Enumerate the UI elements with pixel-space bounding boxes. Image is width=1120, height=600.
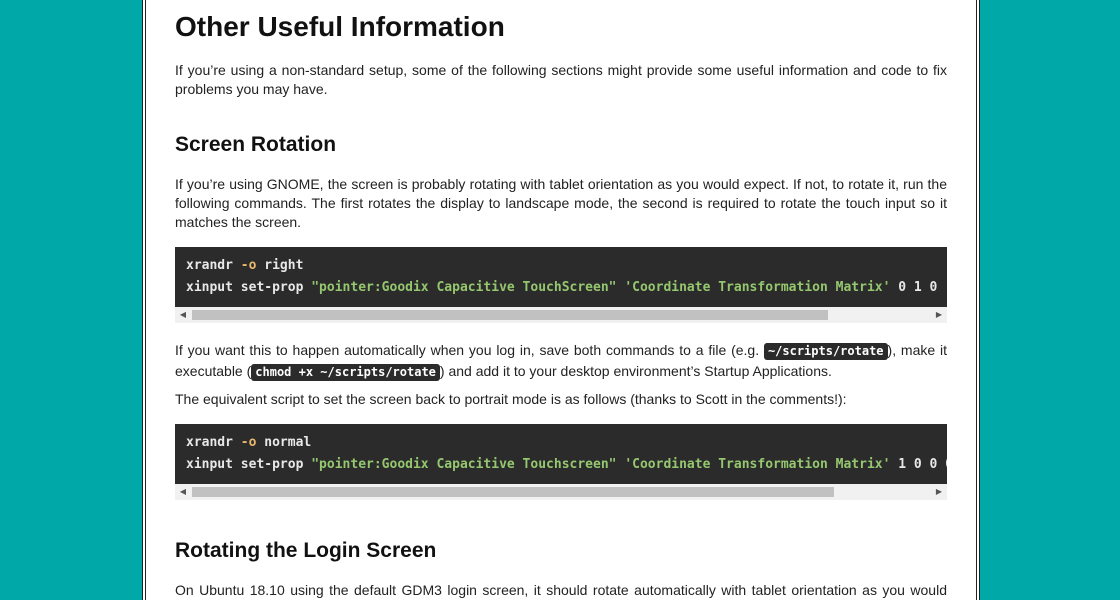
scrollbar-thumb[interactable] (192, 310, 828, 320)
section-heading-screen-rotation: Screen Rotation (175, 133, 337, 156)
page-title: Other Useful Information (175, 11, 505, 42)
code-cmd: xrandr (186, 435, 241, 450)
login-screen-paragraph: On Ubuntu 18.10 using the default GDM3 l… (175, 582, 947, 598)
code-flag: -o (240, 258, 257, 273)
code-cmd: xinput set-prop (186, 457, 312, 472)
intro-paragraph: If you’re using a non-standard setup, so… (175, 62, 947, 97)
code-flag: -o (240, 435, 257, 450)
code-string: 'Coordinate Transformation Matrix' (624, 457, 891, 472)
code-string: "pointer:Goodix Capacitive TouchScreen" (311, 280, 617, 295)
code-block-portrait[interactable]: xrandr -o normal xinput set-prop "pointe… (175, 424, 947, 500)
scroll-left-icon[interactable]: ◀ (175, 307, 191, 323)
autostart-paragraph: If you want this to happen automatically… (175, 340, 947, 382)
horizontal-scrollbar[interactable]: ◀ ▶ (175, 307, 947, 323)
scroll-left-icon[interactable]: ◀ (175, 484, 191, 500)
screen-rotation-paragraph: If you’re using GNOME, the screen is pro… (175, 176, 947, 230)
code-content: xrandr -o normal xinput set-prop "pointe… (175, 424, 947, 484)
article-page: Other Useful Information If you’re using… (142, 0, 980, 600)
code-arg: right (256, 258, 304, 273)
code-arg: 1 0 0 0 1 0 0 0 1 (898, 457, 947, 472)
section-heading-login-screen: Rotating the Login Screen (175, 539, 437, 562)
code-string: "pointer:Goodix Capacitive Touchscreen" (311, 457, 617, 472)
autostart-text: If you want this to happen automatically… (175, 342, 764, 358)
scroll-right-icon[interactable]: ▶ (931, 484, 947, 500)
code-content: xrandr -o right xinput set-prop "pointer… (175, 247, 947, 307)
scroll-right-icon[interactable]: ▶ (931, 307, 947, 323)
code-arg: 0 1 0 -1 0 1 0 0 1 (898, 280, 947, 295)
code-block-landscape[interactable]: xrandr -o right xinput set-prop "pointer… (175, 247, 947, 323)
code-string: 'Coordinate Transformation Matrix' (624, 280, 891, 295)
scrollbar-thumb[interactable] (192, 487, 834, 497)
portrait-intro-paragraph: The equivalent script to set the screen … (175, 391, 847, 407)
autostart-text: ) and add it to your desktop environment… (439, 363, 832, 379)
horizontal-scrollbar[interactable]: ◀ ▶ (175, 484, 947, 500)
code-cmd: xinput set-prop (186, 280, 312, 295)
article-content: Other Useful Information If you’re using… (175, 0, 947, 600)
inline-code-chmod: chmod +x ~/scripts/rotate (251, 364, 440, 381)
code-cmd: xrandr (186, 258, 241, 273)
code-arg: normal (256, 435, 312, 450)
inline-code-rotate-path: ~/scripts/rotate (763, 343, 888, 360)
